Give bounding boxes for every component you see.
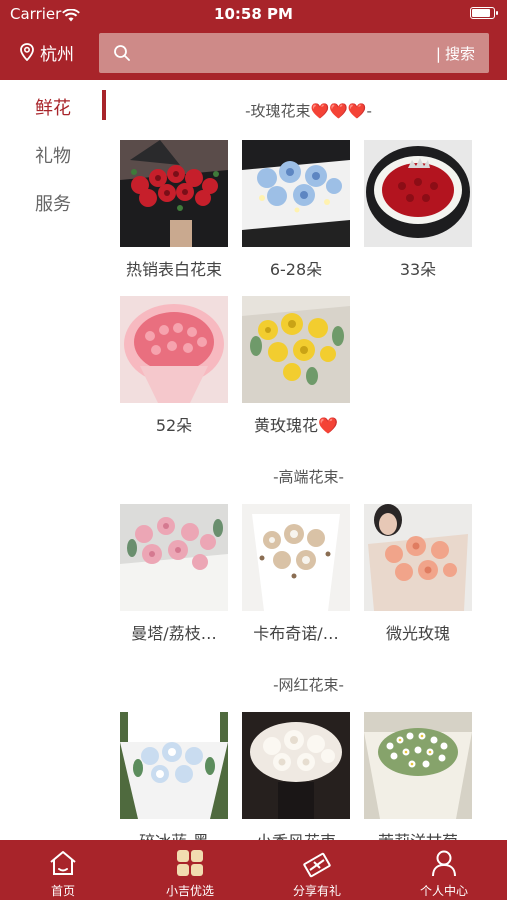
tab-home[interactable]: 首页	[0, 840, 126, 900]
section-title: -玫瑰花束❤️❤️❤️-	[245, 102, 372, 120]
product-name: 曼塔/荔枝…	[131, 624, 217, 643]
section-title: -高端花束-	[273, 468, 344, 486]
tab-label: 分享有礼	[292, 884, 341, 898]
product-image	[120, 140, 228, 247]
product-card[interactable]: 热销表白花束	[120, 140, 228, 280]
sidebar-item-label: 鲜花	[35, 98, 71, 119]
product-name: 茉莉洋甘菊	[364, 828, 472, 840]
sidebar-item-flowers[interactable]: 鲜花	[0, 90, 108, 120]
product-name: 33朵	[399, 260, 437, 279]
tab-label: 个人中心	[419, 884, 468, 898]
product-image	[120, 296, 228, 403]
bottom-tab-bar: 首页 小吉优选 分享有礼 个人中心	[0, 840, 507, 900]
location-pin-icon	[20, 43, 34, 61]
tab-label: 首页	[50, 884, 75, 898]
product-card[interactable]: 曼塔/荔枝…	[120, 504, 228, 644]
product-image	[242, 296, 350, 403]
section-title: -网红花束-	[273, 676, 344, 694]
product-list: -玫瑰花束❤️❤️❤️- 热销表白花束 6-28朵 33朵 52朵 黄玫瑰花❤️…	[110, 80, 507, 840]
tab-share[interactable]: 分享有礼	[254, 840, 380, 900]
product-card[interactable]: 小香风花束	[242, 712, 350, 840]
product-name: 52朵	[155, 416, 193, 435]
search-button[interactable]: 搜索	[436, 43, 475, 64]
sidebar-item-gifts[interactable]: 礼物	[0, 138, 108, 168]
product-name: 热销表白花束	[125, 260, 222, 279]
tab-profile[interactable]: 个人中心	[381, 840, 507, 900]
product-card[interactable]: 茉莉洋甘菊	[364, 712, 472, 840]
user-icon	[432, 850, 456, 877]
tab-selection[interactable]: 小吉优选	[127, 840, 253, 900]
city-selector[interactable]: 杭州	[20, 40, 74, 65]
home-icon	[50, 851, 76, 875]
product-image	[364, 140, 472, 247]
product-name: 卡布奇诺/…	[253, 624, 339, 643]
sidebar-item-services[interactable]: 服务	[0, 186, 108, 216]
product-image	[120, 712, 228, 819]
grid-icon	[177, 850, 203, 876]
product-card[interactable]: 6-28朵	[242, 140, 350, 280]
gift-icon	[303, 852, 331, 878]
product-card[interactable]: 碎冰蓝-黑	[120, 712, 228, 840]
product-image	[242, 504, 350, 611]
status-time: 10:58 PM	[214, 5, 293, 23]
sidebar-item-label: 服务	[35, 194, 71, 215]
product-name: 黄玫瑰花❤️	[254, 416, 338, 435]
battery-icon	[470, 7, 498, 19]
product-name: 6-28朵	[269, 260, 323, 279]
header-bar: Carrier 10:58 PM 杭州 搜索	[0, 0, 507, 80]
product-name: 微光玫瑰	[385, 624, 450, 643]
product-name: 小香风花束	[242, 828, 350, 840]
product-image	[364, 504, 472, 611]
status-bar: Carrier 10:58 PM	[0, 0, 507, 30]
product-card[interactable]: 黄玫瑰花❤️	[242, 296, 350, 436]
product-name: 碎冰蓝-黑	[120, 828, 228, 840]
product-image	[242, 140, 350, 247]
product-image	[364, 712, 472, 819]
city-label: 杭州	[40, 44, 74, 65]
product-card[interactable]: 52朵	[120, 296, 228, 436]
product-card[interactable]: 卡布奇诺/…	[242, 504, 350, 644]
product-image	[120, 504, 228, 611]
product-image	[242, 712, 350, 819]
product-card[interactable]: 微光玫瑰	[364, 504, 472, 644]
search-input[interactable]: 搜索	[99, 33, 489, 73]
active-indicator	[102, 90, 106, 120]
product-card[interactable]: 33朵	[364, 140, 472, 280]
sidebar-item-label: 礼物	[35, 146, 71, 167]
tab-label: 小吉优选	[165, 884, 214, 898]
search-icon	[114, 45, 130, 61]
